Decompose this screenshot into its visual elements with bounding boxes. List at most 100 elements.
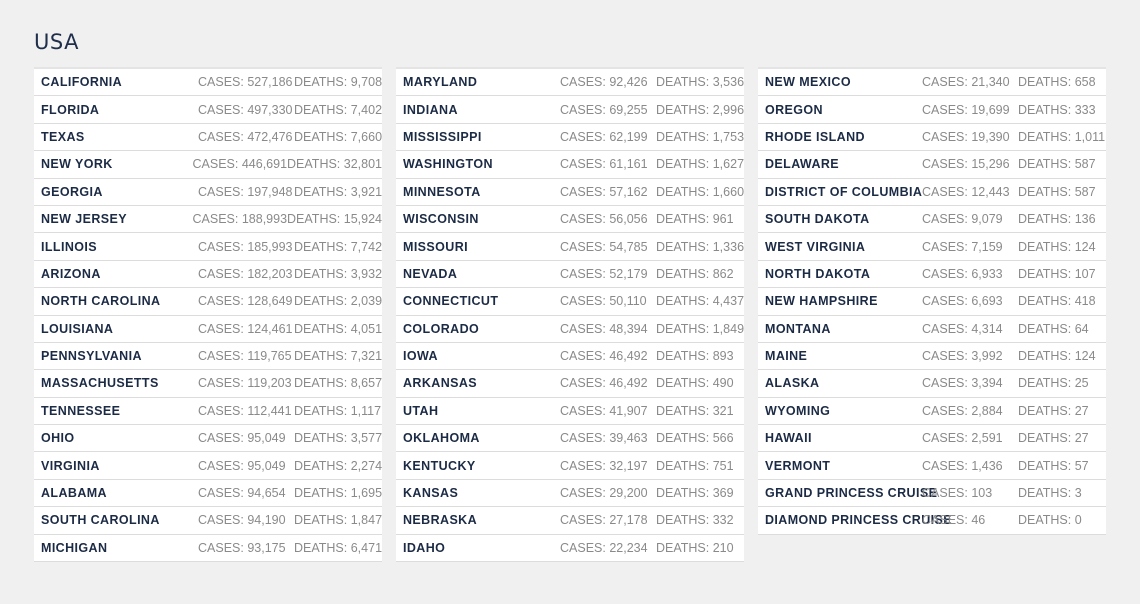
state-stats-grid: CALIFORNIA CASES: 527,186 DEATHS: 9,708 FLO… [34, 67, 1106, 563]
state-name: IDAHO [403, 540, 446, 555]
deaths-value: 2,996 [712, 102, 745, 117]
deaths-label: DEATHS: [294, 403, 351, 418]
cases-count: CASES: 197,948 [198, 185, 294, 199]
deaths-label: DEATHS: [294, 294, 351, 309]
state-name: DIAMOND PRINCESS CRUISE [765, 513, 952, 528]
deaths-value: 107 [1074, 266, 1096, 281]
cases-value: 32,197 [609, 458, 648, 473]
deaths-value: 4,437 [712, 294, 745, 309]
cases-value: 50,110 [609, 294, 647, 309]
deaths-value: 333 [1074, 102, 1096, 117]
deaths-label: DEATHS: [294, 184, 351, 199]
cases-label: CASES: [560, 458, 610, 473]
cases-count: CASES: 22,234 [560, 541, 656, 555]
deaths-count: DEATHS: 3 [1018, 486, 1082, 500]
cases-value: 3,394 [971, 376, 1003, 391]
deaths-label: DEATHS: [1018, 212, 1075, 227]
deaths-value: 587 [1074, 157, 1096, 172]
state-row: CALIFORNIA CASES: 527,186 DEATHS: 9,708 [34, 67, 382, 97]
deaths-count: DEATHS: 136 [1018, 212, 1096, 226]
deaths-count: DEATHS: 27 [1018, 431, 1089, 445]
cases-label: CASES: [922, 513, 972, 528]
state-row: COLORADO CASES: 48,394 DEATHS: 1,849 [396, 315, 745, 343]
cases-count: CASES: 7,159 [922, 240, 1018, 254]
cases-label: CASES: [922, 266, 972, 281]
cases-label: CASES: [560, 75, 610, 90]
state-row: ALABAMA CASES: 94,654 DEATHS: 1,695 [34, 479, 382, 508]
state-name: OREGON [765, 102, 823, 117]
state-row: KENTUCKY CASES: 32,197 DEATHS: 751 [396, 452, 744, 480]
cases-label: CASES: [922, 157, 972, 172]
cases-value: 41,907 [609, 403, 648, 418]
cases-label: CASES: [560, 513, 610, 528]
state-row: VERMONT CASES: 1,436 DEATHS: 57 [758, 452, 1106, 480]
deaths-value: 2,274 [350, 458, 383, 473]
state-row: GRAND PRINCESS CRUISE CASES: 103 DEATHS: 3 [758, 479, 1106, 508]
deaths-label: DEATHS: [1018, 349, 1075, 364]
deaths-count: DEATHS: 210 [656, 541, 734, 555]
cases-value: 185,993 [247, 239, 293, 254]
deaths-label: DEATHS: [1018, 157, 1075, 172]
deaths-value: 7,660 [350, 129, 383, 144]
deaths-count: DEATHS: 1,011 [1018, 130, 1105, 144]
cases-value: 9,079 [971, 212, 1003, 227]
cases-label: CASES: [560, 212, 610, 227]
deaths-value: 7,742 [350, 239, 383, 254]
deaths-count: DEATHS: 15,924 [287, 212, 382, 226]
state-name: NEW MEXICO [765, 75, 851, 90]
deaths-count: DEATHS: 321 [656, 404, 734, 418]
state-row: UTAH CASES: 41,907 DEATHS: 321 [396, 397, 744, 426]
deaths-count: DEATHS: 1,627 [656, 157, 744, 171]
cases-label: CASES: [198, 349, 248, 364]
cases-label: CASES: [922, 294, 972, 309]
cases-value: 52,179 [609, 266, 648, 281]
state-name: DELAWARE [765, 157, 840, 172]
cases-label: CASES: [560, 540, 610, 555]
deaths-value: 3,932 [350, 266, 383, 281]
cases-count: CASES: 446,691 [193, 157, 288, 171]
deaths-label: DEATHS: [656, 431, 713, 446]
state-row: VIRGINIA CASES: 95,049 DEATHS: 2,274 [34, 452, 382, 480]
cases-count: CASES: 21,340 [922, 75, 1018, 89]
cases-value: 6,693 [971, 294, 1003, 309]
deaths-label: DEATHS: [1018, 184, 1075, 199]
deaths-value: 136 [1074, 212, 1096, 227]
cases-label: CASES: [198, 513, 248, 528]
state-name: OHIO [41, 431, 75, 446]
cases-count: CASES: 93,175 [198, 541, 294, 555]
deaths-label: DEATHS: [656, 540, 713, 555]
deaths-count: DEATHS: 0 [1018, 513, 1082, 527]
deaths-count: DEATHS: 3,932 [294, 267, 382, 281]
deaths-label: DEATHS: [294, 102, 351, 117]
deaths-count: DEATHS: 1,660 [656, 185, 744, 199]
deaths-label: DEATHS: [656, 321, 713, 336]
cases-value: 48,394 [609, 321, 648, 336]
state-row: MARYLAND CASES: 92,426 DEATHS: 3,536 [396, 67, 745, 97]
cases-value: 103 [971, 486, 993, 501]
deaths-value: 1,847 [350, 513, 383, 528]
cases-value: 4,314 [971, 321, 1003, 336]
cases-label: CASES: [198, 184, 248, 199]
state-row: MISSISSIPPI CASES: 62,199 DEATHS: 1,753 [396, 123, 744, 152]
state-name: NEW YORK [41, 157, 113, 172]
deaths-value: 3,536 [712, 75, 745, 90]
cases-label: CASES: [198, 403, 248, 418]
cases-label: CASES: [198, 540, 248, 555]
deaths-count: DEATHS: 862 [656, 267, 734, 281]
deaths-value: 1,849 [712, 321, 745, 336]
state-row: FLORIDA CASES: 497,330 DEATHS: 7,402 [34, 96, 382, 124]
cases-count: CASES: 54,785 [560, 240, 656, 254]
state-row: GEORGIA CASES: 197,948 DEATHS: 3,921 [34, 178, 382, 206]
state-row: LOUISIANA CASES: 124,461 DEATHS: 4,051 [34, 315, 382, 343]
cases-label: CASES: [922, 486, 972, 501]
deaths-count: DEATHS: 1,336 [656, 240, 744, 254]
deaths-count: DEATHS: 1,753 [656, 130, 744, 144]
cases-count: CASES: 27,178 [560, 513, 656, 527]
deaths-value: 751 [712, 458, 734, 473]
deaths-value: 15,924 [343, 212, 382, 227]
state-name: CONNECTICUT [403, 294, 499, 309]
state-name: UTAH [403, 403, 439, 418]
deaths-count: DEATHS: 57 [1018, 459, 1089, 473]
cases-label: CASES: [922, 403, 972, 418]
deaths-count: DEATHS: 2,274 [294, 459, 382, 473]
